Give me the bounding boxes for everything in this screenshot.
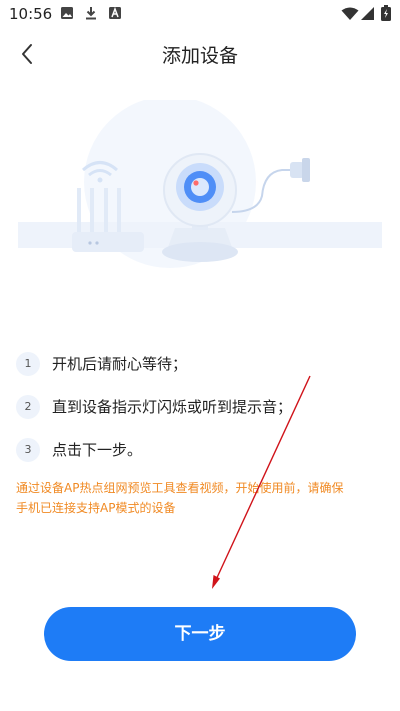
step-number: 1 <box>16 352 40 376</box>
download-icon <box>86 7 96 20</box>
step-text: 开机后请耐心等待； <box>52 355 188 373</box>
step-item: 1 开机后请耐心等待； <box>16 350 386 393</box>
a-box-icon <box>109 6 121 19</box>
steps-list: 1 开机后请耐心等待； 2 直到设备指示灯闪烁或听到提示音； 3 点击下一步。 <box>16 350 386 479</box>
status-bar: 10:56 <box>0 0 400 28</box>
power-plug-icon <box>290 158 310 182</box>
signal-icon <box>361 7 374 20</box>
step-text: 点击下一步。 <box>52 441 143 459</box>
step-text: 直到设备指示灯闪烁或听到提示音； <box>52 398 293 416</box>
image-icon <box>61 7 73 19</box>
next-step-button[interactable]: 下一步 <box>44 607 356 661</box>
step-number: 2 <box>16 395 40 419</box>
battery-icon <box>381 5 391 21</box>
notice-line: 手机已连接支持AP模式的设备 <box>16 501 176 515</box>
notice-line: 通过设备AP热点组网预览工具查看视频，开始使用前，请确保 <box>16 481 344 495</box>
wifi-icon <box>341 7 359 20</box>
nav-bar: 添加设备 <box>0 28 400 80</box>
step-item: 3 点击下一步。 <box>16 436 386 479</box>
step-item: 2 直到设备指示灯闪烁或听到提示音； <box>16 393 386 436</box>
camera-icon <box>162 153 238 262</box>
device-illustration <box>18 100 382 268</box>
page-title: 添加设备 <box>161 45 238 67</box>
ap-notice: 通过设备AP热点组网预览工具查看视频，开始使用前，请确保 手机已连接支持AP模式… <box>16 478 388 518</box>
status-time: 10:56 <box>9 5 53 23</box>
step-number: 3 <box>16 438 40 462</box>
